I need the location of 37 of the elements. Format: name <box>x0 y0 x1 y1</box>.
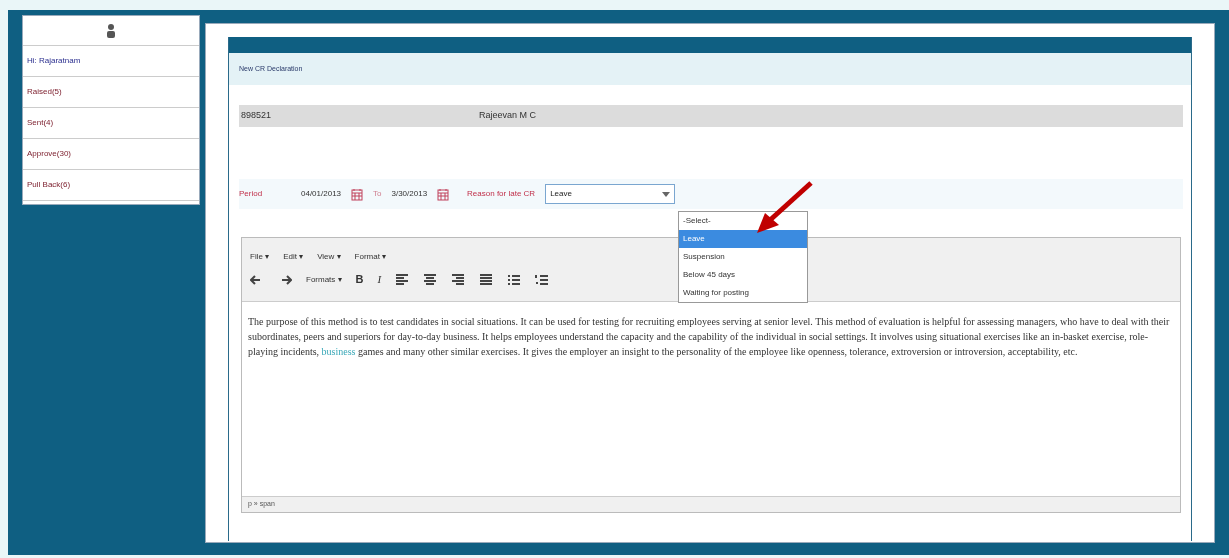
employee-name: Rajeevan M C <box>479 109 537 123</box>
italic-button[interactable]: I <box>377 271 382 288</box>
menu-item[interactable]: Edit ▾ <box>283 251 304 264</box>
reason-label: Reason for late CR <box>467 188 536 200</box>
dropdown-option[interactable]: -Select- <box>679 212 807 230</box>
from-date: 04/01/2013 <box>301 188 342 200</box>
align-center-icon[interactable] <box>423 273 438 286</box>
greeting-text: Hi: Rajaratnam <box>27 55 81 67</box>
pointer-arrow <box>755 181 813 235</box>
menu-item[interactable]: Format ▾ <box>354 251 387 264</box>
sidebar-item[interactable]: Sent(4) <box>23 108 199 139</box>
sidebar-item[interactable]: Approve(30) <box>23 139 199 170</box>
dropdown-option[interactable]: Suspension <box>679 248 807 266</box>
sidebar-item[interactable]: Raised(5) <box>23 77 199 108</box>
dropdown-option[interactable]: Leave <box>679 230 807 248</box>
dropdown-option[interactable]: Waiting for posting <box>679 284 807 302</box>
align-right-icon[interactable] <box>451 273 466 286</box>
to-label: To <box>373 188 382 200</box>
bold-button[interactable]: B <box>355 271 364 288</box>
align-justify-icon[interactable] <box>479 273 494 286</box>
menu-item[interactable]: View ▾ <box>317 251 341 264</box>
numbered-list-icon[interactable] <box>535 273 550 286</box>
editor-text: The purpose of this method is to test candidates in social situations. It can be used for testing for recruiting employees serving at senior level. This method of evaluation is helpful for assessing managers, who have to deal with their subordinates, peers and superiors for day-to-day business. It helps employees understand the capacity and the capability of the individual in social settings. It involves using situational exercises like an in-basket exercise, role-playing incidents, business games and many other similar exercises. It gives the employer an insight to the personality of the employee like openness, tolerance, extroversion or introversion, acceptability, etc. <box>248 315 1171 359</box>
to-date: 3/30/2013 <box>391 188 428 200</box>
calendar-icon[interactable] <box>351 187 364 201</box>
sidebar-item[interactable]: Pull Back(6) <box>23 170 199 201</box>
formats-dropdown[interactable]: Formats ▾ <box>306 273 342 286</box>
period-label: Period <box>239 188 264 200</box>
employee-id: 898521 <box>240 109 273 123</box>
reason-select[interactable]: Leave <box>545 184 676 204</box>
user-icon <box>106 22 116 39</box>
dropdown-option[interactable]: Below 45 days <box>679 266 807 284</box>
calendar-icon[interactable] <box>437 187 450 201</box>
menu-item[interactable]: File ▾ <box>250 251 270 264</box>
caret-icon <box>662 191 671 197</box>
bullet-list-icon[interactable] <box>507 273 522 286</box>
align-left-icon[interactable] <box>395 273 410 286</box>
